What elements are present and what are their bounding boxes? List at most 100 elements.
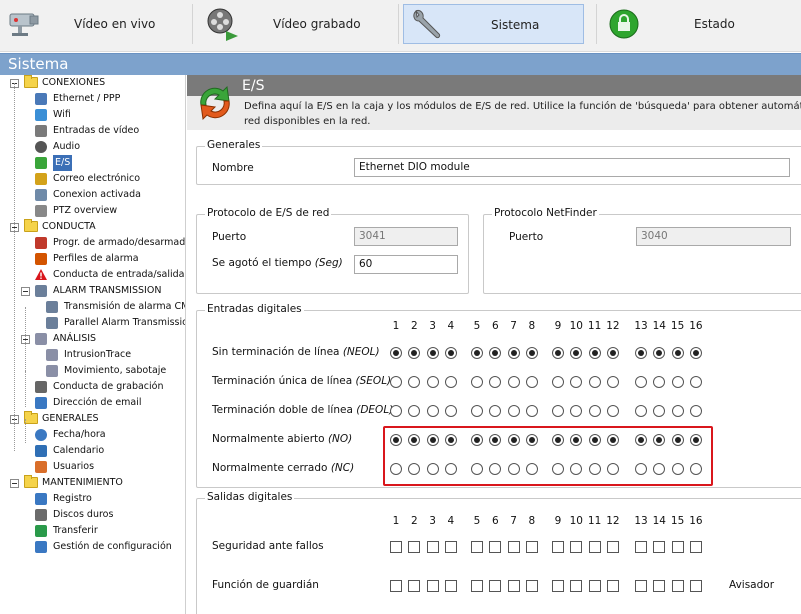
input-mode-radio[interactable] (570, 347, 583, 359)
output-checkbox[interactable] (635, 541, 647, 553)
nombre-input[interactable]: Ethernet DIO module (354, 158, 790, 177)
sidebar-item-conducta-de-entrada-salida[interactable]: Conducta de entrada/salida(*) (0, 267, 185, 283)
sidebar-item-parallel-alarm-transmission[interactable]: Parallel Alarm Transmission (0, 315, 185, 331)
output-checkbox[interactable] (525, 541, 538, 553)
input-mode-radio[interactable] (552, 405, 564, 417)
output-checkbox[interactable] (426, 580, 439, 592)
input-mode-radio[interactable] (489, 376, 502, 388)
output-checkbox[interactable] (525, 580, 538, 592)
tab-video-en-vivo[interactable]: Vídeo en vivo (0, 4, 190, 44)
sidebar-category-conexiones[interactable]: CONEXIONES (0, 75, 185, 91)
input-mode-radio[interactable] (635, 347, 647, 359)
sidebar-item-transmision-de-alarma-cms[interactable]: Transmisión de alarma CMS (0, 299, 185, 315)
output-checkbox[interactable] (507, 541, 520, 553)
input-mode-radio[interactable] (588, 376, 601, 388)
input-mode-radio[interactable] (390, 376, 402, 388)
sidebar-item-calendario[interactable]: Calendario (0, 443, 185, 459)
input-mode-radio[interactable] (689, 405, 702, 417)
input-mode-radio[interactable] (525, 347, 538, 359)
output-checkbox[interactable] (552, 541, 564, 553)
input-mode-radio[interactable] (471, 405, 483, 417)
input-mode-radio[interactable] (606, 405, 619, 417)
output-checkbox[interactable] (444, 580, 457, 592)
output-checkbox[interactable] (606, 541, 619, 553)
output-checkbox[interactable] (552, 580, 564, 592)
output-checkbox[interactable] (588, 580, 601, 592)
sidebar-item-usuarios[interactable]: Usuarios (0, 459, 185, 475)
sidebar-item-e-s[interactable]: E/S (0, 155, 185, 171)
input-mode-radio[interactable] (444, 376, 457, 388)
sidebar-item-audio[interactable]: Audio (0, 139, 185, 155)
input-mode-radio[interactable] (426, 376, 439, 388)
input-mode-radio[interactable] (606, 347, 619, 359)
input-mode-radio[interactable] (507, 405, 520, 417)
puerto-input[interactable]: 3041 (354, 227, 458, 246)
sidebar-item-conexion-activada[interactable]: Conexion activada (0, 187, 185, 203)
sidebar-item-conducta-de-grabacion[interactable]: Conducta de grabación (0, 379, 185, 395)
output-checkbox[interactable] (689, 580, 702, 592)
sidebar-item-fecha-hora[interactable]: Fecha/hora (0, 427, 185, 443)
input-mode-radio[interactable] (635, 405, 647, 417)
input-mode-radio[interactable] (588, 405, 601, 417)
output-checkbox[interactable] (588, 541, 601, 553)
timeout-input[interactable]: 60 (354, 255, 458, 274)
input-mode-radio[interactable] (408, 347, 421, 359)
input-mode-radio[interactable] (588, 347, 601, 359)
sidebar-item-discos-duros[interactable]: Discos duros (0, 507, 185, 523)
sidebar-category-conducta[interactable]: CONDUCTA (0, 219, 185, 235)
output-checkbox[interactable] (489, 541, 502, 553)
input-mode-radio[interactable] (653, 405, 666, 417)
input-mode-radio[interactable] (408, 376, 421, 388)
input-mode-radio[interactable] (525, 405, 538, 417)
output-checkbox[interactable] (606, 580, 619, 592)
input-mode-radio[interactable] (507, 376, 520, 388)
input-mode-radio[interactable] (653, 347, 666, 359)
input-mode-radio[interactable] (671, 405, 684, 417)
sidebar-item-correo-electronico[interactable]: Correo electrónico (0, 171, 185, 187)
sidebar-item-intrusiontrace[interactable]: IntrusionTrace (0, 347, 185, 363)
input-mode-radio[interactable] (426, 405, 439, 417)
sidebar-category-mantenimiento[interactable]: MANTENIMIENTO (0, 475, 185, 491)
input-mode-radio[interactable] (426, 347, 439, 359)
sidebar-item-registro[interactable]: Registro (0, 491, 185, 507)
input-mode-radio[interactable] (570, 376, 583, 388)
output-checkbox[interactable] (471, 580, 483, 592)
sidebar-item-ethernet-ppp[interactable]: Ethernet / PPP (0, 91, 185, 107)
input-mode-radio[interactable] (525, 376, 538, 388)
input-mode-radio[interactable] (390, 347, 402, 359)
input-mode-radio[interactable] (552, 376, 564, 388)
sidebar-item-perfiles-de-alarma[interactable]: Perfiles de alarma (0, 251, 185, 267)
input-mode-radio[interactable] (689, 347, 702, 359)
output-checkbox[interactable] (570, 541, 583, 553)
input-mode-radio[interactable] (689, 376, 702, 388)
input-mode-radio[interactable] (489, 405, 502, 417)
output-checkbox[interactable] (653, 580, 666, 592)
tab-sistema[interactable]: Sistema (403, 4, 584, 44)
output-checkbox[interactable] (689, 541, 702, 553)
sidebar-item-movimiento-sabotaje[interactable]: Movimiento, sabotaje (0, 363, 185, 379)
input-mode-radio[interactable] (471, 347, 483, 359)
sidebar-category-generales[interactable]: GENERALES (0, 411, 185, 427)
input-mode-radio[interactable] (635, 376, 647, 388)
input-mode-radio[interactable] (444, 405, 457, 417)
output-checkbox[interactable] (426, 541, 439, 553)
output-checkbox[interactable] (507, 580, 520, 592)
collapse-toggle[interactable] (21, 287, 30, 296)
sidebar-item-gestion-de-configuracion[interactable]: Gestión de configuración (0, 539, 185, 555)
input-mode-radio[interactable] (408, 405, 421, 417)
input-mode-radio[interactable] (552, 347, 564, 359)
tab-estado[interactable]: Estado (600, 4, 800, 44)
input-mode-radio[interactable] (606, 376, 619, 388)
sidebar-item-progr-de-armado-desarmado[interactable]: Progr. de armado/desarmado (0, 235, 185, 251)
sidebar-item-wifi[interactable]: Wifi (0, 107, 185, 123)
sidebar-item-entradas-de-video[interactable]: Entradas de vídeo (0, 123, 185, 139)
input-mode-radio[interactable] (390, 405, 402, 417)
input-mode-radio[interactable] (489, 347, 502, 359)
sidebar-item-transferir[interactable]: Transferir (0, 523, 185, 539)
output-checkbox[interactable] (671, 541, 684, 553)
output-checkbox[interactable] (390, 580, 402, 592)
sidebar-item-analisis[interactable]: ANÁLISIS (0, 331, 185, 347)
input-mode-radio[interactable] (444, 347, 457, 359)
output-checkbox[interactable] (489, 580, 502, 592)
input-mode-radio[interactable] (653, 376, 666, 388)
